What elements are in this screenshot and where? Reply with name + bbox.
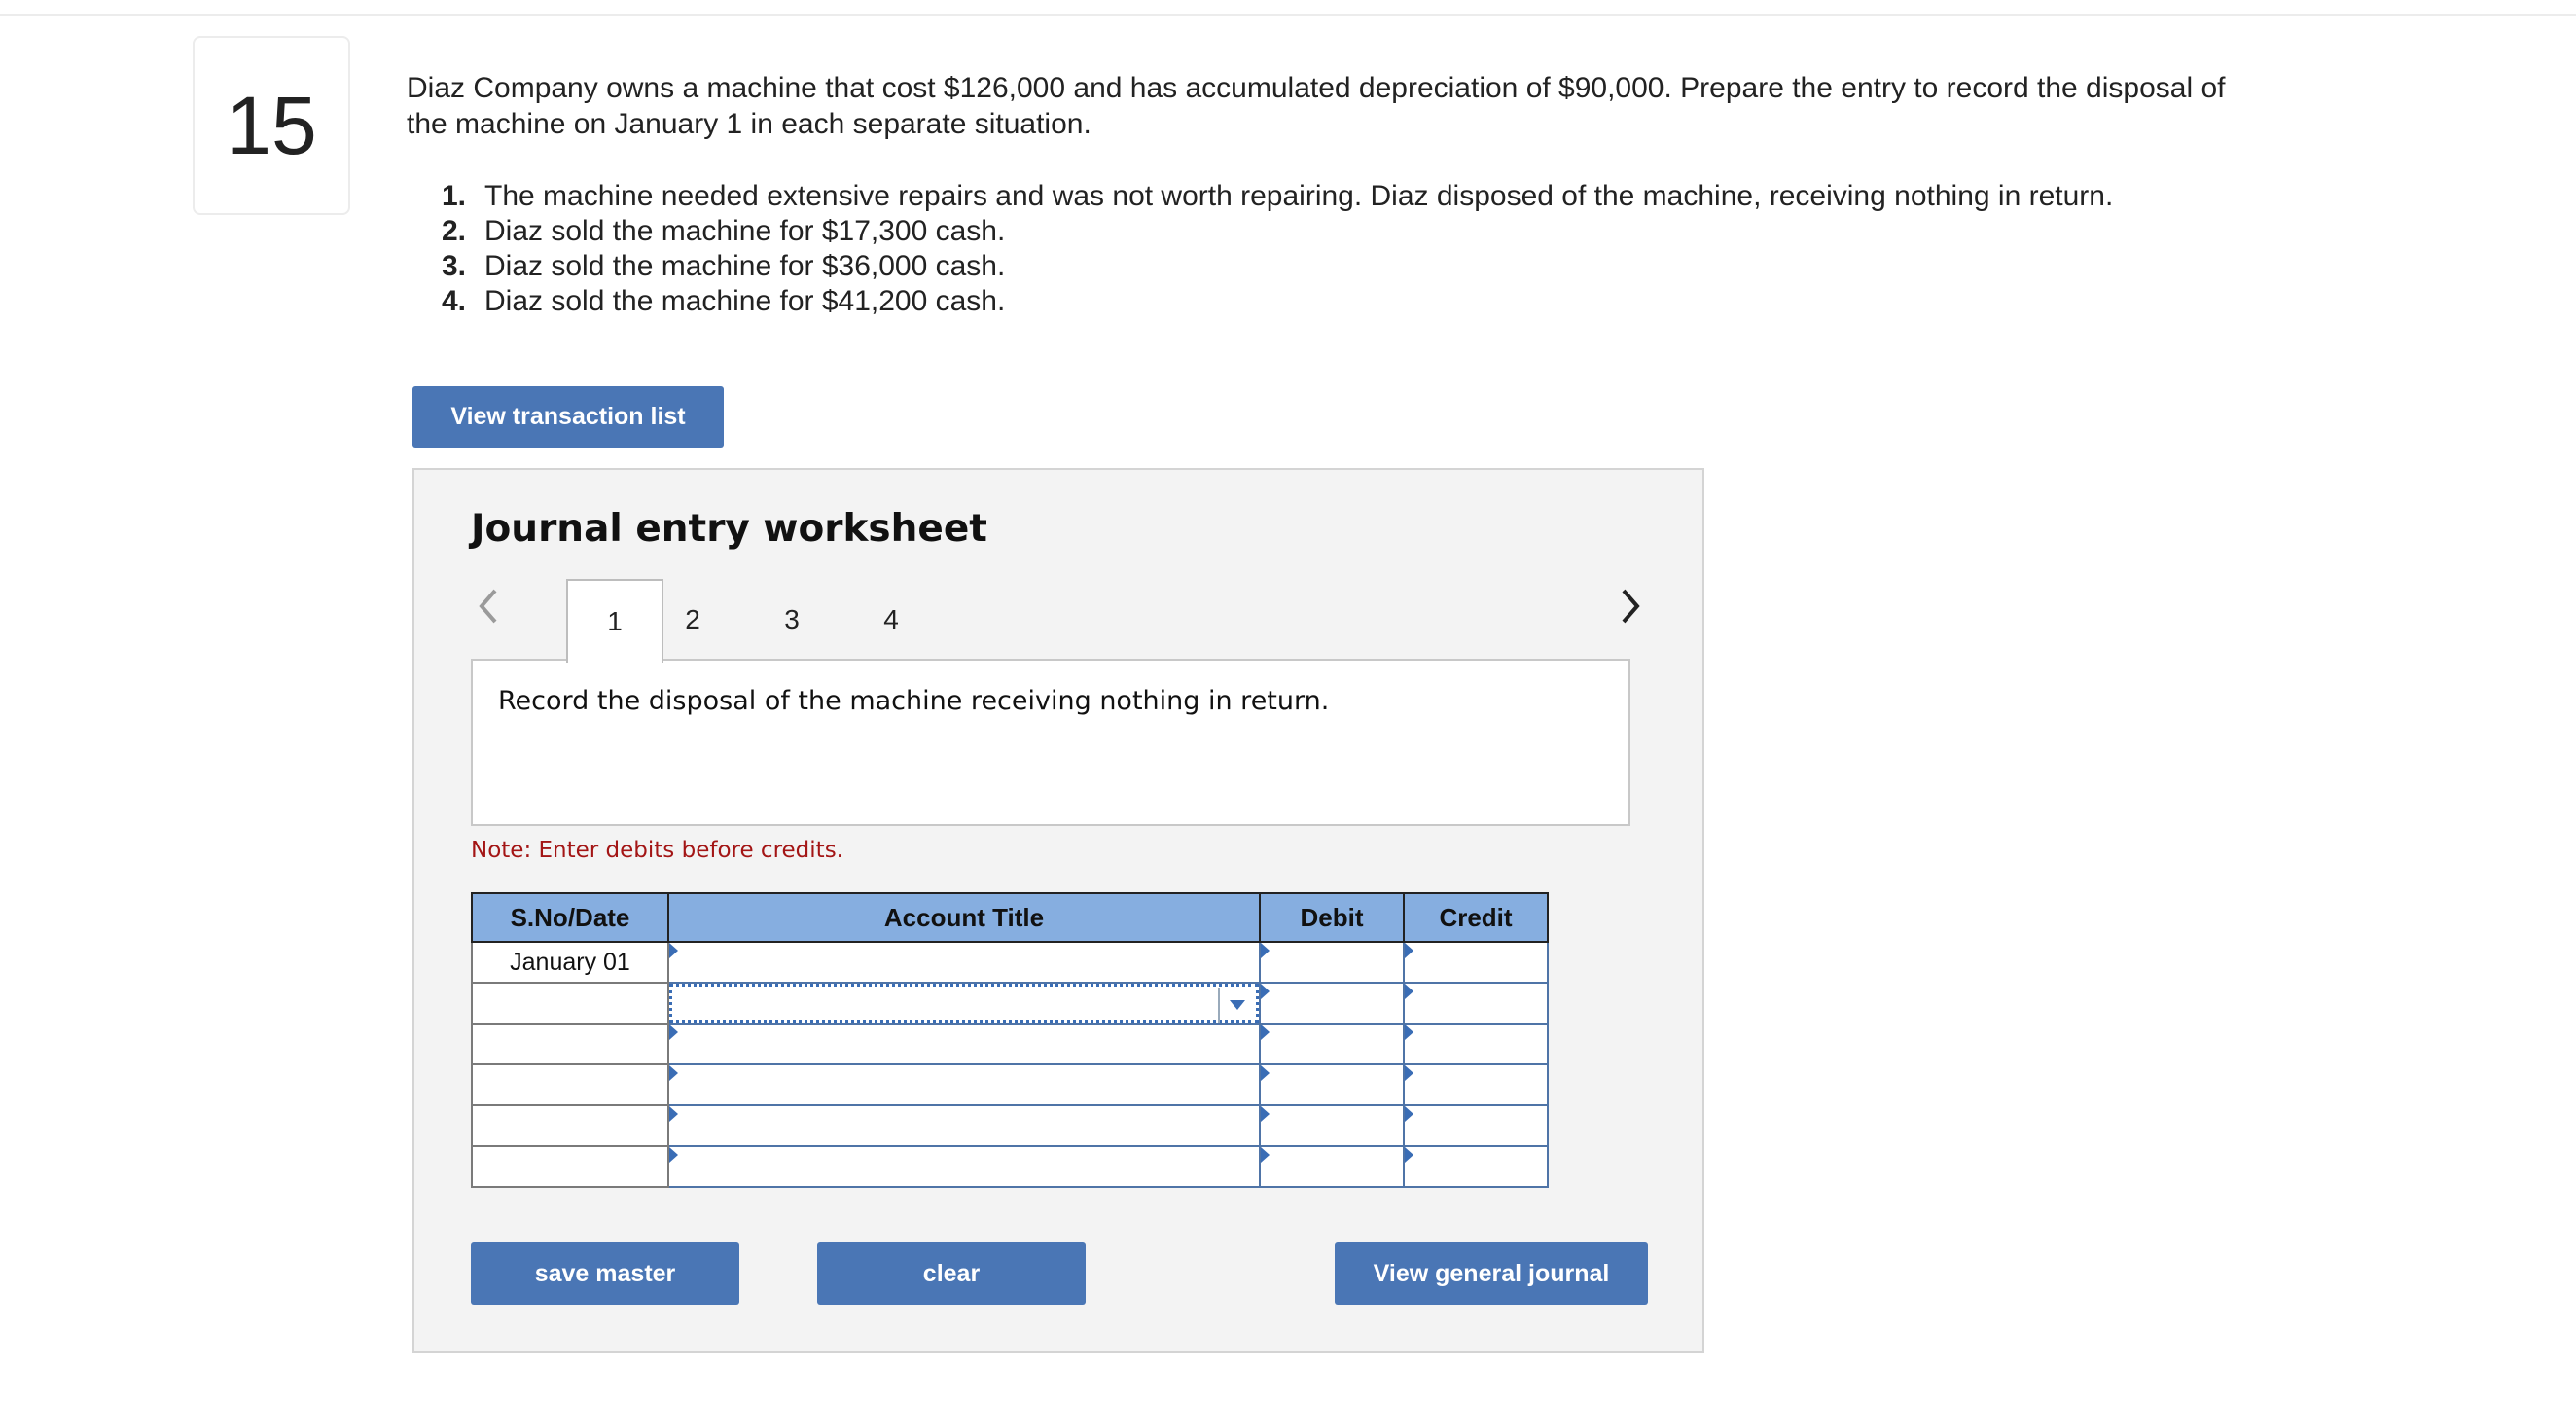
cell-marker-icon xyxy=(1405,1147,1413,1163)
table-row xyxy=(471,1104,1549,1147)
situation-text: Diaz sold the machine for $41,200 cash. xyxy=(484,285,1006,317)
journal-table: S.No/Date Account Title Debit Credit Jan… xyxy=(471,892,1549,1188)
list-item: 1. The machine needed extensive repairs a… xyxy=(442,179,2113,214)
column-header-credit: Credit xyxy=(1403,892,1549,943)
account-title-input[interactable] xyxy=(667,941,1261,984)
account-title-input[interactable] xyxy=(667,1023,1261,1065)
tab-3[interactable]: 3 xyxy=(743,579,841,661)
cell-marker-icon xyxy=(1261,1025,1270,1040)
debit-input[interactable] xyxy=(1259,1145,1405,1188)
credit-input[interactable] xyxy=(1403,1145,1549,1188)
table-header-row: S.No/Date Account Title Debit Credit xyxy=(471,892,1549,943)
situation-number: 4. xyxy=(442,285,467,317)
table-row xyxy=(471,1145,1549,1188)
cell-marker-icon xyxy=(1261,1106,1270,1122)
question-number: 15 xyxy=(193,36,350,215)
debit-input[interactable] xyxy=(1259,1063,1405,1106)
date-cell xyxy=(471,1023,669,1065)
cell-marker-icon xyxy=(669,1147,678,1163)
instruction-box: Record the disposal of the machine recei… xyxy=(471,659,1630,826)
situation-number: 1. xyxy=(442,180,467,212)
debit-input[interactable] xyxy=(1259,941,1405,984)
credit-input[interactable] xyxy=(1403,1104,1549,1147)
save-master-button[interactable]: save master xyxy=(471,1242,739,1305)
chevron-right-icon[interactable] xyxy=(1611,587,1650,626)
debit-input[interactable] xyxy=(1259,1023,1405,1065)
entry-note: Note: Enter debits before credits. xyxy=(471,838,843,863)
column-header-account-title: Account Title xyxy=(667,892,1261,943)
cell-marker-icon xyxy=(1261,984,1270,999)
account-title-input[interactable] xyxy=(667,1145,1261,1188)
view-general-journal-button[interactable]: View general journal xyxy=(1335,1242,1648,1305)
situation-text: Diaz sold the machine for $36,000 cash. xyxy=(484,250,1006,282)
cell-marker-icon xyxy=(1261,1147,1270,1163)
caret-down-icon[interactable] xyxy=(1218,988,1255,1023)
tab-4[interactable]: 4 xyxy=(842,579,940,661)
date-cell: January 01 xyxy=(471,941,669,984)
table-row xyxy=(471,1023,1549,1065)
tab-1[interactable]: 1 xyxy=(566,579,663,663)
view-transaction-list-button[interactable]: View transaction list xyxy=(412,386,724,448)
cell-marker-icon xyxy=(1405,943,1413,958)
cell-marker-icon xyxy=(1405,1065,1413,1081)
question-prompt: Diaz Company owns a machine that cost $1… xyxy=(407,72,2226,140)
cell-marker-icon xyxy=(1405,1106,1413,1122)
cell-marker-icon xyxy=(669,1025,678,1040)
credit-input[interactable] xyxy=(1403,982,1549,1025)
debit-input[interactable] xyxy=(1259,1104,1405,1147)
date-cell xyxy=(471,1104,669,1147)
situation-list: 1. The machine needed extensive repairs a… xyxy=(442,179,2113,319)
column-header-debit: Debit xyxy=(1259,892,1405,943)
instruction-text: Record the disposal of the machine recei… xyxy=(498,686,1330,716)
cell-marker-icon xyxy=(669,1106,678,1122)
situation-number: 2. xyxy=(442,215,467,247)
date-cell xyxy=(471,982,669,1025)
account-title-input[interactable] xyxy=(667,1063,1261,1106)
table-row: January 01 xyxy=(471,941,1549,984)
cell-marker-icon xyxy=(1405,984,1413,999)
date-cell xyxy=(471,1145,669,1188)
cell-marker-icon xyxy=(1261,943,1270,958)
list-item: 4. Diaz sold the machine for $41,200 cash… xyxy=(442,284,2113,319)
account-title-dropdown[interactable] xyxy=(667,982,1261,1025)
list-item: 2. Diaz sold the machine for $17,300 cash… xyxy=(442,214,2113,249)
cell-marker-icon xyxy=(669,1065,678,1081)
debit-input[interactable] xyxy=(1259,982,1405,1025)
situation-number: 3. xyxy=(442,250,467,282)
cell-marker-icon xyxy=(1261,1065,1270,1081)
journal-entry-worksheet: Journal entry worksheet 1 2 3 4 Record t… xyxy=(412,468,1704,1353)
worksheet-title: Journal entry worksheet xyxy=(471,507,987,551)
top-divider xyxy=(0,0,2576,16)
clear-button[interactable]: clear xyxy=(817,1242,1086,1305)
date-cell xyxy=(471,1063,669,1106)
situation-text: The machine needed extensive repairs and… xyxy=(484,180,2114,212)
situation-text: Diaz sold the machine for $17,300 cash. xyxy=(484,215,1006,247)
cell-marker-icon xyxy=(1405,1025,1413,1040)
cell-marker-icon xyxy=(669,943,678,958)
column-header-date: S.No/Date xyxy=(471,892,669,943)
list-item: 3. Diaz sold the machine for $36,000 cash… xyxy=(442,249,2113,284)
credit-input[interactable] xyxy=(1403,941,1549,984)
account-title-input[interactable] xyxy=(667,1104,1261,1147)
credit-input[interactable] xyxy=(1403,1023,1549,1065)
table-row xyxy=(471,1063,1549,1106)
credit-input[interactable] xyxy=(1403,1063,1549,1106)
chevron-left-icon[interactable] xyxy=(469,587,508,626)
table-row xyxy=(471,982,1549,1025)
